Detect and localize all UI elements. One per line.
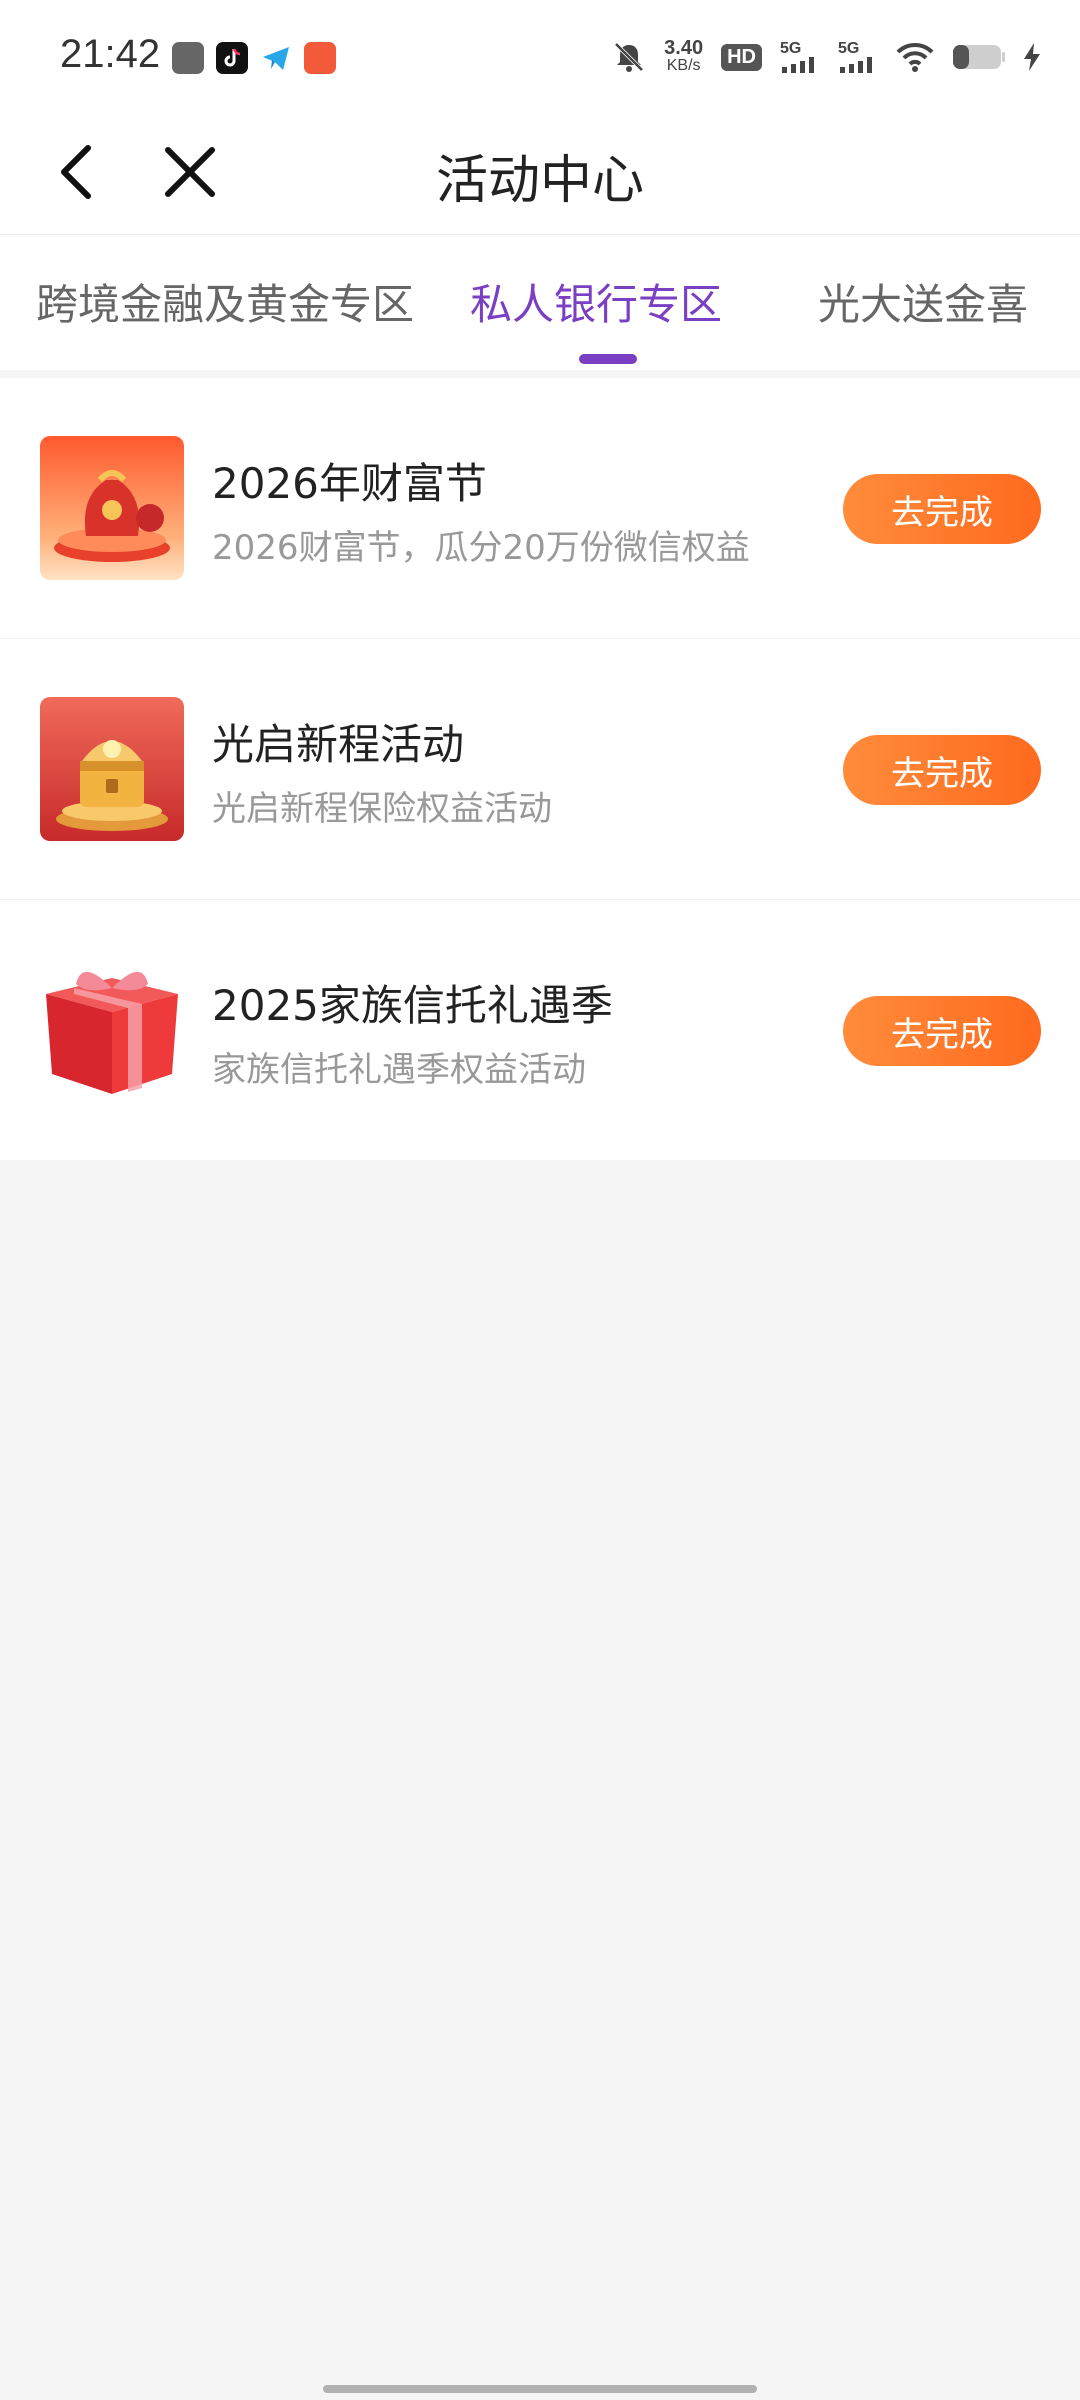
activity-title: 2025家族信托礼遇季	[212, 981, 613, 1030]
signal-icon	[840, 57, 872, 73]
complete-button[interactable]: 去完成	[843, 735, 1041, 805]
telegram-icon	[260, 42, 292, 74]
activity-item[interactable]: 2025家族信托礼遇季 家族信托礼遇季权益活动 去完成	[0, 900, 1080, 1160]
status-time: 21:42	[60, 32, 161, 76]
gift-bag-stage-icon	[40, 436, 184, 580]
sim2-signal: 5G	[838, 41, 878, 73]
activity-subtitle: 家族信托礼遇季权益活动	[212, 1050, 586, 1090]
gallery-icon	[172, 42, 204, 74]
status-bar: 21:42 3.40 KB/s HD 5G 5G	[0, 0, 1080, 110]
tab-private-banking[interactable]: 私人银行专区	[470, 271, 722, 332]
net-speed-value: 3.40	[664, 37, 704, 59]
net-speed: 3.40 KB/s	[664, 37, 704, 75]
activity-item[interactable]: 光启新程活动 光启新程保险权益活动 去完成	[0, 639, 1080, 900]
tab-everbright-gold[interactable]: 光大送金喜	[818, 271, 1028, 332]
activity-list: 2026年财富节 2026财富节，瓜分20万份微信权益 去完成 光启新程活动 光…	[0, 378, 1080, 1160]
wifi-icon	[896, 42, 934, 72]
tab-cross-border-gold[interactable]: 跨境金融及黄金专区	[36, 271, 414, 332]
screen: 21:42 3.40 KB/s HD 5G 5G 活动中心 跨境金融及黄金专区 …	[0, 0, 1080, 2400]
activity-title: 2026年财富节	[212, 459, 487, 508]
header: 活动中心	[0, 110, 1080, 235]
complete-button[interactable]: 去完成	[843, 996, 1041, 1066]
treasure-chest-icon	[40, 697, 184, 841]
mute-bell-icon	[614, 42, 644, 72]
signal-icon	[782, 57, 814, 73]
complete-button[interactable]: 去完成	[843, 474, 1041, 544]
tiktok-icon	[216, 42, 248, 74]
page-title: 活动中心	[435, 151, 644, 211]
activity-subtitle: 2026财富节，瓜分20万份微信权益	[212, 528, 750, 568]
app-icon	[304, 42, 336, 74]
activity-item[interactable]: 2026年财富节 2026财富节，瓜分20万份微信权益 去完成	[0, 378, 1080, 639]
net-speed-unit: KB/s	[666, 57, 701, 74]
status-right: 3.40 KB/s HD 5G 5G	[612, 32, 1040, 82]
tab-active-indicator	[579, 354, 637, 364]
divider	[0, 370, 1080, 378]
sim1-label: 5G	[780, 40, 802, 57]
sim2-label: 5G	[838, 40, 860, 57]
sim1-signal: 5G	[780, 41, 820, 73]
activity-subtitle: 光启新程保险权益活动	[212, 789, 552, 829]
battery-icon	[953, 45, 1005, 69]
gift-box-icon	[40, 958, 184, 1102]
home-indicator[interactable]	[323, 2385, 757, 2393]
activity-title: 光启新程活动	[212, 720, 465, 769]
tab-bar: 跨境金融及黄金专区 私人银行专区 光大送金喜	[0, 235, 1080, 370]
charging-icon	[1024, 43, 1040, 71]
hd-badge: HD	[721, 43, 762, 71]
